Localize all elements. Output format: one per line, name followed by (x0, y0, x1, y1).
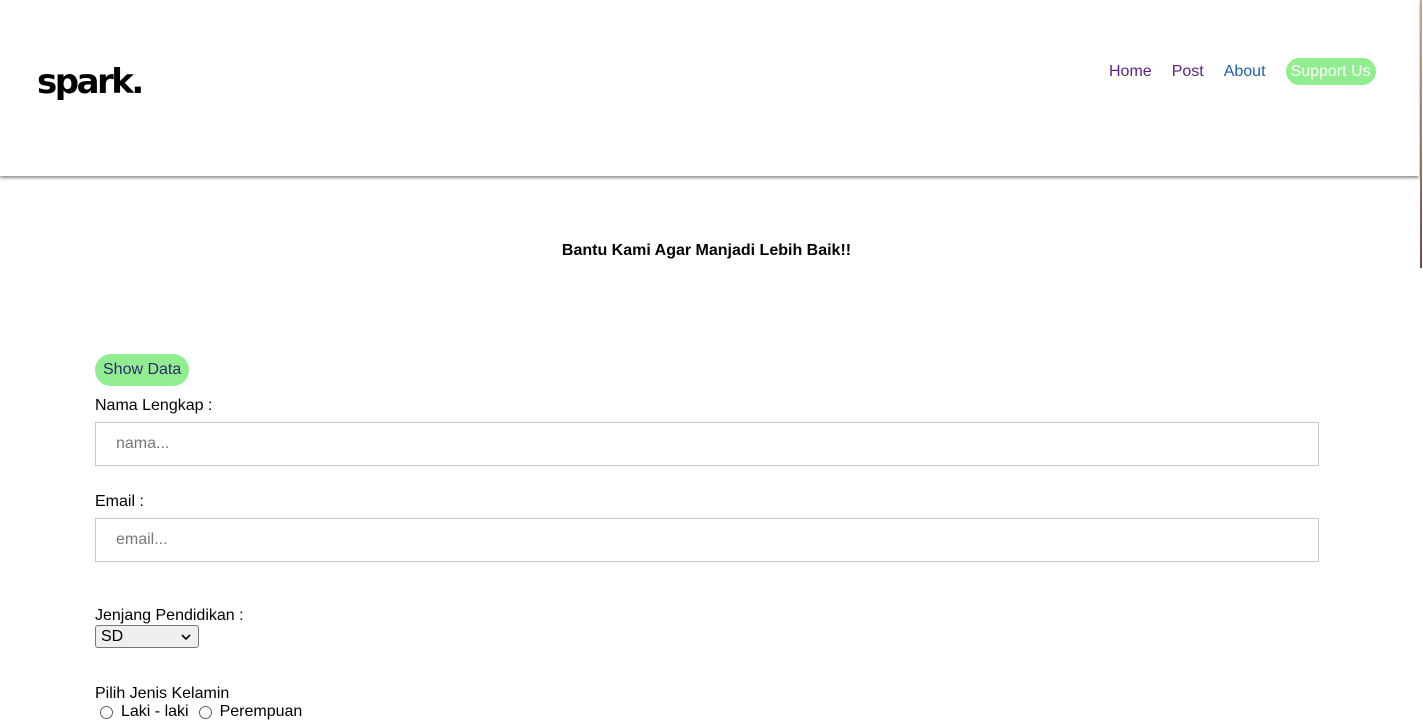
radio-female[interactable] (198, 705, 212, 719)
nav-link-about[interactable]: About (1224, 58, 1266, 85)
radio-male[interactable] (100, 705, 113, 719)
nav-link-support-us[interactable]: Support Us (1285, 58, 1376, 85)
name-input[interactable] (95, 422, 1319, 466)
show-data-button[interactable]: Show Data (95, 354, 190, 386)
window-edge (1420, 0, 1422, 268)
radio-male-label: Laki - laki (121, 703, 189, 720)
chevron-down-icon (181, 633, 191, 640)
gender-radio-group: Laki - laki Perempuan (100, 703, 312, 721)
education-select[interactable]: SD (95, 625, 199, 648)
spark-logo[interactable]: spark. (37, 60, 141, 108)
email-label: Email : (95, 493, 144, 510)
page: spark. Home Post About Support Us Bantu … (0, 0, 1423, 724)
education-select-value: SD (101, 627, 124, 645)
education-label: Jenjang Pendidikan : (95, 607, 244, 624)
main-nav: Home Post About Support Us (1100, 58, 1376, 85)
nav-link-post[interactable]: Post (1172, 58, 1204, 85)
radio-female-label: Perempuan (219, 703, 303, 720)
svg-text:spark.: spark. (37, 62, 141, 102)
page-heading: Bantu Kami Agar Manjadi Lebih Baik!! (561, 242, 852, 259)
nav-link-home[interactable]: Home (1109, 58, 1152, 85)
site-header: spark. Home Post About Support Us (0, 0, 1419, 176)
name-label: Nama Lengkap : (95, 397, 213, 414)
gender-label: Pilih Jenis Kelamin (95, 685, 230, 702)
email-input[interactable] (95, 518, 1319, 562)
